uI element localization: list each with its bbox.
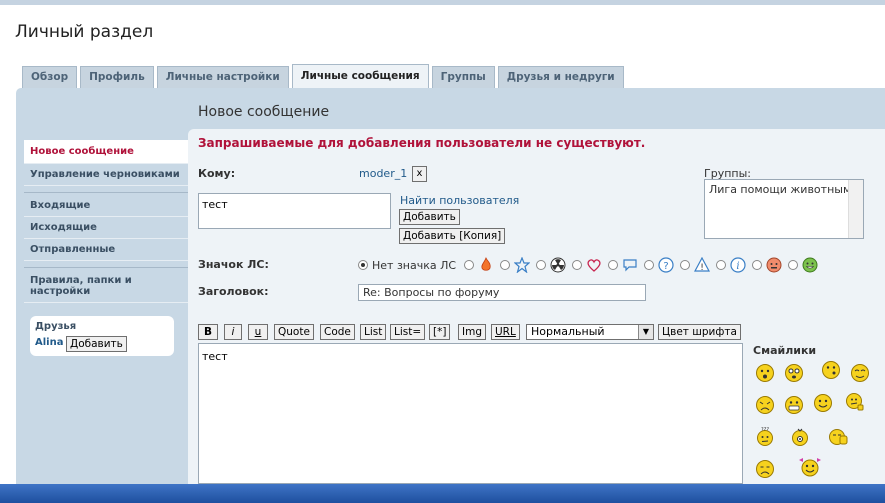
- tab-friends-foes[interactable]: Друзья и недруги: [497, 66, 624, 88]
- smiley-girl-icon[interactable]: [797, 456, 821, 477]
- speech-bubble-icon: [622, 257, 638, 273]
- tab-private-messages[interactable]: Личные сообщения: [291, 64, 429, 88]
- svg-text:!: !: [700, 263, 704, 273]
- smiley-crying-icon[interactable]: [755, 395, 775, 415]
- add-copy-button[interactable]: Добавить [Копия]: [399, 228, 506, 244]
- icon-radio-speech[interactable]: [608, 260, 619, 270]
- recipient-link[interactable]: moder_1: [359, 167, 407, 180]
- add-friend-button[interactable]: Добавить: [66, 336, 127, 352]
- sidebar-item-sent[interactable]: Отправленные: [24, 239, 188, 261]
- tab-overview[interactable]: Обзор: [22, 66, 78, 88]
- font-color-button[interactable]: Цвет шрифта: [658, 324, 741, 340]
- heart-icon: [586, 257, 602, 273]
- sidebar-item-new-message[interactable]: Новое сообщение: [24, 140, 188, 164]
- smiley-surprised-icon[interactable]: [755, 363, 775, 383]
- smiley-eek-icon[interactable]: [784, 363, 804, 383]
- icon-radio-warning[interactable]: [680, 260, 691, 270]
- smiley-dizzy-icon[interactable]: [790, 427, 810, 447]
- os-taskbar: [0, 484, 885, 503]
- smiley-sad-icon[interactable]: [755, 459, 775, 479]
- list-button[interactable]: List: [360, 324, 387, 340]
- icon-radio-star[interactable]: [500, 260, 511, 270]
- groups-scrollbar[interactable]: [848, 180, 863, 238]
- question-icon: ?: [658, 257, 674, 273]
- subject-input[interactable]: Re: Вопросы по форуму: [358, 284, 646, 301]
- friends-box: Друзья Alina Добавить: [30, 316, 174, 356]
- section-title: Новое сообщение: [198, 104, 330, 120]
- smiley-confused-icon[interactable]: ???: [755, 426, 775, 446]
- italic-button[interactable]: i: [224, 324, 242, 340]
- icon-radio-radioactive[interactable]: [536, 260, 547, 270]
- find-user-link[interactable]: Найти пользователя: [400, 194, 519, 207]
- smiley-sleep-icon[interactable]: [828, 427, 848, 447]
- sidebar-item-rules-folders[interactable]: Правила, папки и настройки: [24, 270, 188, 303]
- message-textarea[interactable]: тест: [198, 343, 743, 484]
- fire-icon: [478, 257, 494, 273]
- warning-icon: !: [694, 257, 711, 273]
- smiley-think-icon[interactable]: [845, 392, 865, 412]
- sidebar-item-outbox[interactable]: Исходящие: [24, 217, 188, 239]
- smiley-whistle-icon[interactable]: [821, 360, 841, 380]
- list-numbered-button[interactable]: List=: [390, 324, 426, 340]
- tab-bar: Обзор Профиль Личные настройки Личные со…: [22, 64, 627, 88]
- icon-radio-fire[interactable]: [464, 260, 475, 270]
- sidebar-item-drafts[interactable]: Управление черновиками: [24, 164, 188, 186]
- star-icon: [514, 257, 531, 273]
- to-label: Кому:: [198, 167, 236, 180]
- sidebar-divider: [24, 261, 188, 268]
- svg-text:?: ?: [663, 261, 668, 272]
- chevron-down-icon[interactable]: ▼: [638, 325, 653, 339]
- sidebar: Новое сообщение Управление черновиками В…: [24, 140, 188, 303]
- bold-button[interactable]: B: [198, 324, 218, 340]
- top-border: [0, 0, 885, 5]
- smiley-wave-icon[interactable]: [850, 363, 870, 383]
- tab-groups[interactable]: Группы: [431, 66, 495, 88]
- tab-personal-settings[interactable]: Личные настройки: [156, 66, 289, 88]
- error-message: Запрашиваемые для добавления пользовател…: [198, 136, 646, 150]
- font-size-value: Нормальный: [531, 325, 605, 338]
- svg-text:i: i: [736, 261, 739, 272]
- code-button[interactable]: Code: [320, 324, 355, 340]
- groups-select[interactable]: Лига помощи животным: [704, 179, 864, 239]
- info-icon: i: [730, 257, 746, 273]
- smilies-title: Смайлики: [753, 344, 817, 357]
- smiley-grin-icon[interactable]: [784, 395, 804, 415]
- tab-profile[interactable]: Профиль: [80, 66, 154, 88]
- no-icon-label: Нет значка ЛС: [372, 258, 457, 272]
- font-size-select[interactable]: Нормальный ▼: [526, 324, 654, 340]
- icon-label: Значок ЛС:: [198, 258, 269, 271]
- sidebar-item-inbox[interactable]: Входящие: [24, 195, 188, 217]
- sidebar-divider: [24, 186, 188, 193]
- to-input[interactable]: тест: [198, 193, 391, 229]
- img-button[interactable]: Img: [458, 324, 486, 340]
- add-recipient-button[interactable]: Добавить: [399, 209, 460, 225]
- icon-radio-mad[interactable]: [752, 260, 763, 270]
- icon-radio-question[interactable]: [644, 260, 655, 270]
- message-icon-options: Нет значка ЛС ? ! i: [358, 255, 824, 275]
- icon-radio-info[interactable]: [716, 260, 727, 270]
- grin-face-icon: [802, 257, 818, 273]
- url-button[interactable]: URL: [491, 324, 520, 340]
- subject-label: Заголовок:: [198, 285, 269, 298]
- remove-recipient-button[interactable]: x: [412, 166, 427, 182]
- page-title: Личный раздел: [15, 22, 154, 42]
- friend-link-alina[interactable]: Alina: [35, 337, 63, 348]
- list-item-button[interactable]: [*]: [429, 324, 451, 340]
- icon-radio-grin[interactable]: [788, 260, 799, 270]
- smiley-smile-icon[interactable]: [813, 393, 833, 413]
- underline-button[interactable]: u: [248, 324, 268, 340]
- svg-text:???: ???: [761, 427, 769, 433]
- radioactive-icon: [550, 257, 566, 273]
- friends-title: Друзья: [35, 321, 77, 332]
- groups-option[interactable]: Лига помощи животным: [709, 183, 851, 196]
- mad-face-icon: [766, 257, 782, 273]
- icon-radio-none[interactable]: [358, 260, 368, 270]
- icon-radio-heart[interactable]: [572, 260, 583, 270]
- quote-button[interactable]: Quote: [274, 324, 314, 340]
